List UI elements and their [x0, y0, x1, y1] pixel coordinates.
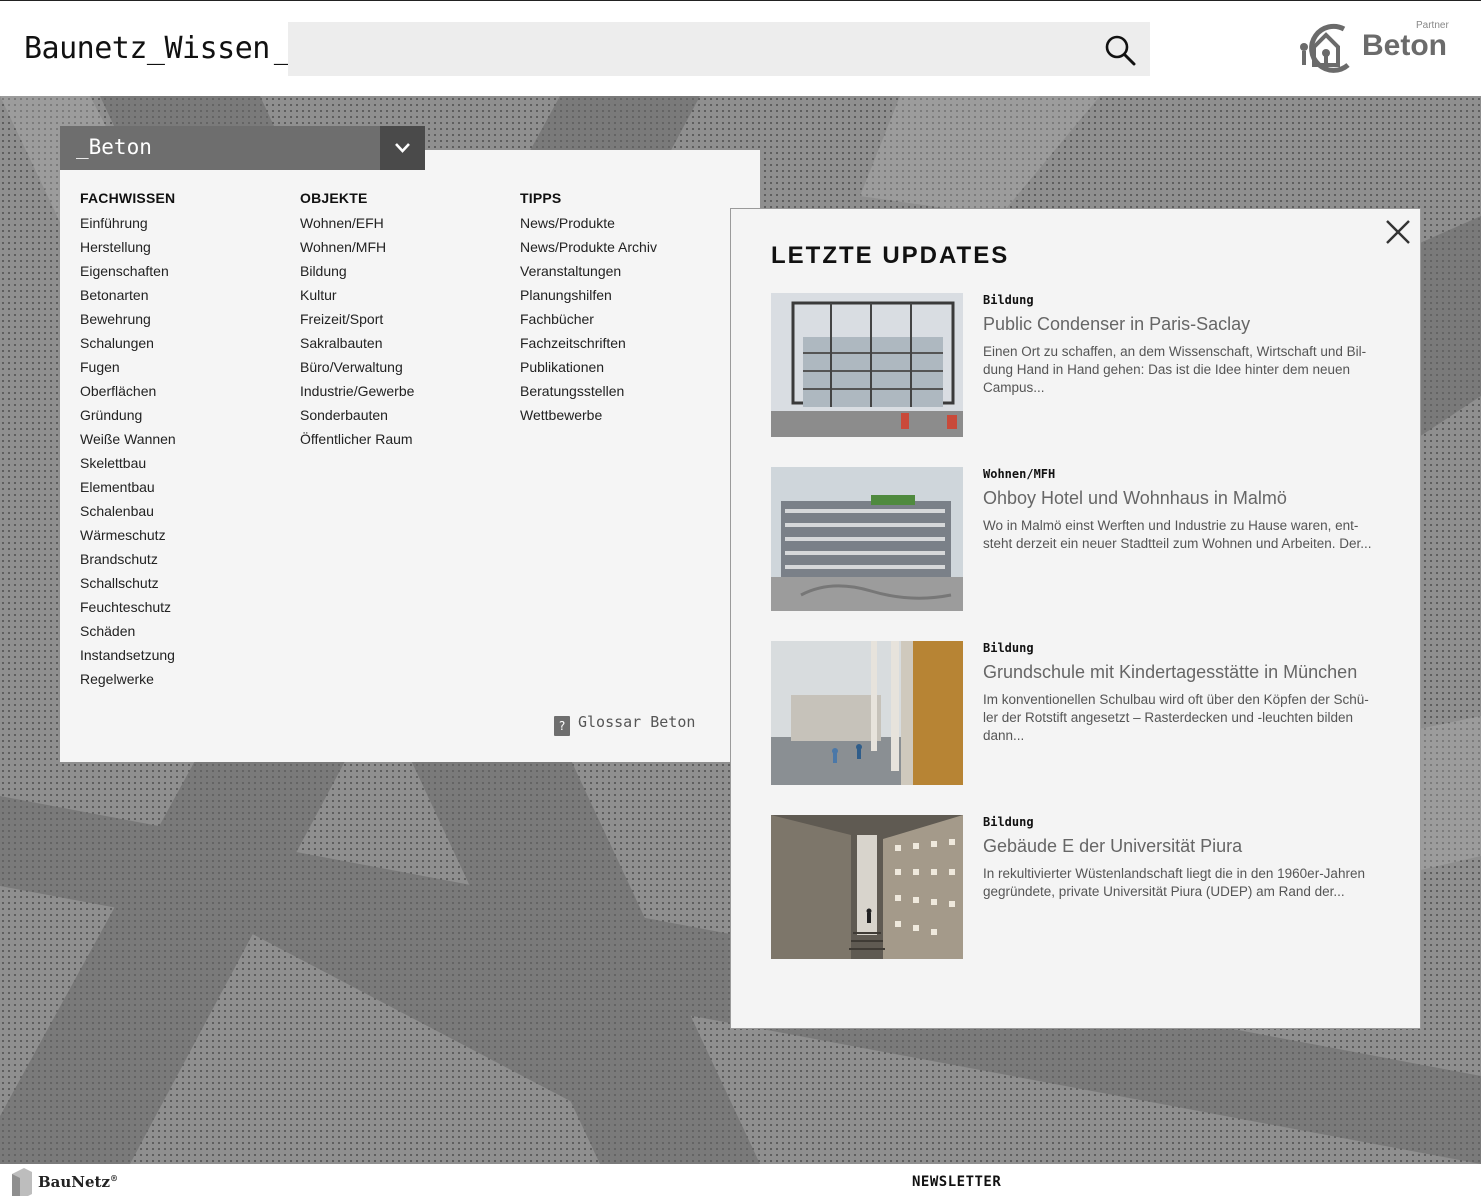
glossary-book-icon: ?: [554, 716, 570, 736]
menu-link[interactable]: Bewehrung: [80, 307, 176, 331]
menu-link[interactable]: Wohnen/EFH: [300, 211, 414, 235]
menu-heading: OBJEKTE: [300, 190, 368, 206]
menu-link[interactable]: Bildung: [300, 259, 414, 283]
update-thumbnail[interactable]: [771, 293, 963, 437]
update-description: Im konventionellen Schulbau wird oft übe…: [983, 692, 1369, 743]
menu-link[interactable]: Schallschutz: [80, 571, 176, 595]
menu-link[interactable]: News/Produkte Archiv: [520, 235, 657, 259]
chevron-down-icon: [395, 143, 410, 153]
menu-column-tipps: TIPPS News/Produkte News/Produkte Archiv…: [520, 190, 657, 427]
menu-link[interactable]: Eigenschaften: [80, 259, 176, 283]
site-title-text[interactable]: Baunetz_Wissen: [24, 31, 270, 66]
search-box: [288, 22, 1150, 76]
baunetz-brand[interactable]: BauNetz®: [38, 1173, 118, 1191]
update-category: Bildung: [983, 293, 1034, 307]
updates-panel: LETZTE UPDATES Bildung Public Condenser …: [730, 208, 1421, 1029]
update-item[interactable]: Bildung Grundschule mit Kindertagesstätt…: [771, 641, 1391, 785]
menu-link[interactable]: Oberflächen: [80, 379, 176, 403]
category-label: _Beton: [76, 135, 152, 159]
menu-link[interactable]: Elementbau: [80, 475, 176, 499]
update-item[interactable]: Wohnen/MFH Ohboy Hotel und Wohnhaus in M…: [771, 467, 1391, 611]
search-input[interactable]: [288, 22, 1078, 76]
partner-name[interactable]: Beton: [1362, 29, 1447, 63]
update-category: Wohnen/MFH: [983, 467, 1056, 481]
update-item[interactable]: Bildung Public Condenser in Paris-Saclay…: [771, 293, 1391, 437]
menu-link[interactable]: Wohnen/MFH: [300, 235, 414, 259]
menu-link[interactable]: Veranstaltungen: [520, 259, 657, 283]
menu-link[interactable]: Gründung: [80, 403, 176, 427]
menu-link[interactable]: Büro/Verwaltung: [300, 355, 414, 379]
update-description: In rekultivierter Wüstenlandschaft liegt…: [983, 866, 1365, 899]
update-category: Bildung: [983, 815, 1034, 829]
menu-link[interactable]: Wettbewerbe: [520, 403, 657, 427]
update-description: Wo in Malmö einst Werften und Industrie …: [983, 518, 1372, 551]
menu-link[interactable]: Öffentlicher Raum: [300, 427, 414, 451]
category-dropdown[interactable]: _Beton: [60, 126, 425, 170]
menu-link[interactable]: Industrie/Gewerbe: [300, 379, 414, 403]
updates-title: LETZTE UPDATES: [771, 242, 1010, 269]
menu-link[interactable]: Regelwerke: [80, 667, 176, 691]
update-thumbnail[interactable]: [771, 641, 963, 785]
menu-link[interactable]: Schalungen: [80, 331, 176, 355]
menu-link[interactable]: Sakralbauten: [300, 331, 414, 355]
menu-link[interactable]: Herstellung: [80, 235, 176, 259]
site-title[interactable]: Baunetz_Wissen _: [24, 31, 292, 66]
glossar-label: Glossar Beton: [578, 713, 696, 731]
site-footer: BauNetz® NEWSLETTER: [0, 1164, 1481, 1200]
dropdown-toggle-button[interactable]: [380, 126, 425, 170]
glossar-link[interactable]: ? Glossar Beton: [554, 713, 695, 736]
menu-link[interactable]: Instandsetzung: [80, 643, 176, 667]
menu-link[interactable]: Publikationen: [520, 355, 657, 379]
registered-mark: ®: [110, 1173, 119, 1183]
update-thumbnail[interactable]: [771, 467, 963, 611]
brand-text: BauNetz: [38, 1173, 111, 1191]
menu-column-objekte: OBJEKTE Wohnen/EFH Wohnen/MFH Bildung Ku…: [300, 190, 414, 451]
menu-link[interactable]: Wärmeschutz: [80, 523, 176, 547]
menu-link[interactable]: Weiße Wannen: [80, 427, 176, 451]
newsletter-link[interactable]: NEWSLETTER: [912, 1174, 1001, 1190]
search-icon[interactable]: [1104, 34, 1136, 66]
update-title[interactable]: Gebäude E der Universität Piura: [983, 835, 1383, 857]
site-header: Baunetz_Wissen _ Partner Beton: [0, 0, 1481, 96]
update-item[interactable]: Bildung Gebäude E der Universität Piura …: [771, 815, 1391, 959]
menu-link[interactable]: Feuchteschutz: [80, 595, 176, 619]
menu-link[interactable]: Brandschutz: [80, 547, 176, 571]
menu-link[interactable]: Betonarten: [80, 283, 176, 307]
close-icon[interactable]: [1383, 217, 1413, 247]
menu-link[interactable]: Kultur: [300, 283, 414, 307]
update-title[interactable]: Ohboy Hotel und Wohnhaus in Malmö: [983, 487, 1383, 509]
update-description: Einen Ort zu schaffen, an dem Wissenscha…: [983, 344, 1367, 395]
menu-panel: FACHWISSEN Einführung Herstellung Eigens…: [60, 150, 760, 762]
update-thumbnail[interactable]: [771, 815, 963, 959]
menu-link[interactable]: Schäden: [80, 619, 176, 643]
menu-link[interactable]: Fachbücher: [520, 307, 657, 331]
menu-heading: FACHWISSEN: [80, 190, 176, 206]
menu-link[interactable]: News/Produkte: [520, 211, 657, 235]
menu-column-fachwissen: FACHWISSEN Einführung Herstellung Eigens…: [80, 190, 176, 691]
update-category: Bildung: [983, 641, 1034, 655]
menu-link[interactable]: Freizeit/Sport: [300, 307, 414, 331]
menu-link[interactable]: Einführung: [80, 211, 176, 235]
menu-link[interactable]: Planungshilfen: [520, 283, 657, 307]
menu-link[interactable]: Skelettbau: [80, 451, 176, 475]
menu-heading: TIPPS: [520, 190, 562, 206]
menu-link[interactable]: Beratungsstellen: [520, 379, 657, 403]
menu-link[interactable]: Sonderbauten: [300, 403, 414, 427]
update-title[interactable]: Public Condenser in Paris-Saclay: [983, 313, 1383, 335]
update-title[interactable]: Grundschule mit Kindertagesstätte in Mün…: [983, 661, 1383, 683]
menu-link[interactable]: Schalenbau: [80, 499, 176, 523]
menu-link[interactable]: Fachzeitschriften: [520, 331, 657, 355]
menu-link[interactable]: Fugen: [80, 355, 176, 379]
